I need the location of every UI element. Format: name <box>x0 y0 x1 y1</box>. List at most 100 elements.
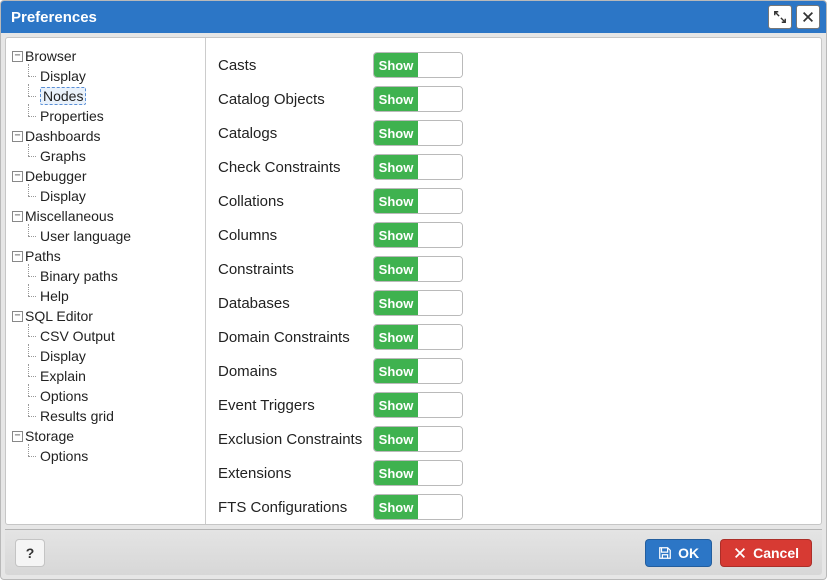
tree-item-display[interactable]: Display <box>24 346 201 366</box>
tree-item-properties[interactable]: Properties <box>24 106 201 126</box>
toggle-off-segment <box>418 427 462 451</box>
cancel-label: Cancel <box>753 545 799 561</box>
show-hide-toggle[interactable]: Show <box>373 426 463 452</box>
setting-row: Databases Show <box>218 286 805 320</box>
tree-item-display[interactable]: Display <box>24 186 201 206</box>
tree-item-explain[interactable]: Explain <box>24 366 201 386</box>
show-hide-toggle[interactable]: Show <box>373 222 463 248</box>
maximize-button[interactable] <box>768 5 792 29</box>
setting-label: Catalogs <box>218 125 363 142</box>
close-window-button[interactable] <box>796 5 820 29</box>
help-button[interactable]: ? <box>15 539 45 567</box>
setting-label: Check Constraints <box>218 159 363 176</box>
show-hide-toggle[interactable]: Show <box>373 52 463 78</box>
show-hide-toggle[interactable]: Show <box>373 290 463 316</box>
tree-item-label: Results grid <box>40 408 114 424</box>
collapse-icon[interactable]: − <box>12 131 23 142</box>
ok-button[interactable]: OK <box>645 539 712 567</box>
category-tree[interactable]: − Browser Display Nodes Properties − Dashboa… <box>6 38 206 524</box>
ok-label: OK <box>678 545 699 561</box>
cancel-button[interactable]: Cancel <box>720 539 812 567</box>
window-title: Preferences <box>11 9 97 26</box>
cancel-icon <box>733 546 747 560</box>
toggle-on-segment: Show <box>374 155 418 179</box>
tree-item-options[interactable]: Options <box>24 446 201 466</box>
tree-group-sql-editor[interactable]: − SQL Editor <box>10 306 201 326</box>
setting-label: Exclusion Constraints <box>218 431 363 448</box>
toggle-on-segment: Show <box>374 53 418 77</box>
setting-row: Casts Show <box>218 48 805 82</box>
tree-group-debugger[interactable]: − Debugger <box>10 166 201 186</box>
settings-scroll[interactable]: Casts Show Catalog Objects Show Catalogs Show… <box>206 38 821 524</box>
toggle-off-segment <box>418 461 462 485</box>
show-hide-toggle[interactable]: Show <box>373 494 463 520</box>
dialog-footer: ? OK Cancel <box>5 529 822 575</box>
show-hide-toggle[interactable]: Show <box>373 154 463 180</box>
show-hide-toggle[interactable]: Show <box>373 358 463 384</box>
tree-item-label: CSV Output <box>40 328 115 344</box>
titlebar: Preferences <box>1 1 826 33</box>
setting-label: FTS Configurations <box>218 499 363 516</box>
toggle-on-segment: Show <box>374 121 418 145</box>
tree-item-label: Help <box>40 288 69 304</box>
setting-label: Extensions <box>218 465 363 482</box>
toggle-off-segment <box>418 393 462 417</box>
setting-row: Collations Show <box>218 184 805 218</box>
tree-item-label: Properties <box>40 108 104 124</box>
setting-row: Constraints Show <box>218 252 805 286</box>
show-hide-toggle[interactable]: Show <box>373 86 463 112</box>
setting-label: Catalog Objects <box>218 91 363 108</box>
collapse-icon[interactable]: − <box>12 51 23 62</box>
show-hide-toggle[interactable]: Show <box>373 392 463 418</box>
tree-item-csv-output[interactable]: CSV Output <box>24 326 201 346</box>
tree-item-binary-paths[interactable]: Binary paths <box>24 266 201 286</box>
collapse-icon[interactable]: − <box>12 171 23 182</box>
show-hide-toggle[interactable]: Show <box>373 256 463 282</box>
toggle-on-segment: Show <box>374 189 418 213</box>
tree-group-browser[interactable]: − Browser <box>10 46 201 66</box>
show-hide-toggle[interactable]: Show <box>373 120 463 146</box>
tree-item-label: Display <box>40 348 86 364</box>
collapse-icon[interactable]: − <box>12 251 23 262</box>
tree-item-help[interactable]: Help <box>24 286 201 306</box>
tree-item-label: Display <box>40 68 86 84</box>
tree-item-label: Explain <box>40 368 86 384</box>
tree-item-nodes[interactable]: Nodes <box>24 86 201 106</box>
collapse-icon[interactable]: − <box>12 311 23 322</box>
setting-label: Constraints <box>218 261 363 278</box>
show-hide-toggle[interactable]: Show <box>373 324 463 350</box>
tree-item-graphs[interactable]: Graphs <box>24 146 201 166</box>
tree-item-label: Display <box>40 188 86 204</box>
toggle-on-segment: Show <box>374 223 418 247</box>
toggle-off-segment <box>418 257 462 281</box>
tree-group-miscellaneous[interactable]: − Miscellaneous <box>10 206 201 226</box>
setting-row: Catalogs Show <box>218 116 805 150</box>
collapse-icon[interactable]: − <box>12 211 23 222</box>
tree-item-display[interactable]: Display <box>24 66 201 86</box>
setting-label: Domains <box>218 363 363 380</box>
toggle-off-segment <box>418 121 462 145</box>
setting-label: Collations <box>218 193 363 210</box>
tree-group-label: Storage <box>25 428 74 444</box>
show-hide-toggle[interactable]: Show <box>373 188 463 214</box>
tree-item-user-language[interactable]: User language <box>24 226 201 246</box>
tree-group-storage[interactable]: − Storage <box>10 426 201 446</box>
toggle-on-segment: Show <box>374 495 418 519</box>
tree-group-label: Browser <box>25 48 76 64</box>
setting-label: Casts <box>218 57 363 74</box>
toggle-on-segment: Show <box>374 87 418 111</box>
toggle-off-segment <box>418 291 462 315</box>
tree-item-label: Options <box>40 448 88 464</box>
setting-row: Domain ConstraintsShow <box>218 320 805 354</box>
collapse-icon[interactable]: − <box>12 431 23 442</box>
tree-item-options[interactable]: Options <box>24 386 201 406</box>
setting-label: Databases <box>218 295 363 312</box>
tree-group-label: Debugger <box>25 168 87 184</box>
show-hide-toggle[interactable]: Show <box>373 460 463 486</box>
tree-item-results-grid[interactable]: Results grid <box>24 406 201 426</box>
expand-icon <box>773 10 787 24</box>
setting-row: Exclusion Constraints Show <box>218 422 805 456</box>
toggle-off-segment <box>418 53 462 77</box>
tree-group-dashboards[interactable]: − Dashboards <box>10 126 201 146</box>
tree-group-paths[interactable]: − Paths <box>10 246 201 266</box>
